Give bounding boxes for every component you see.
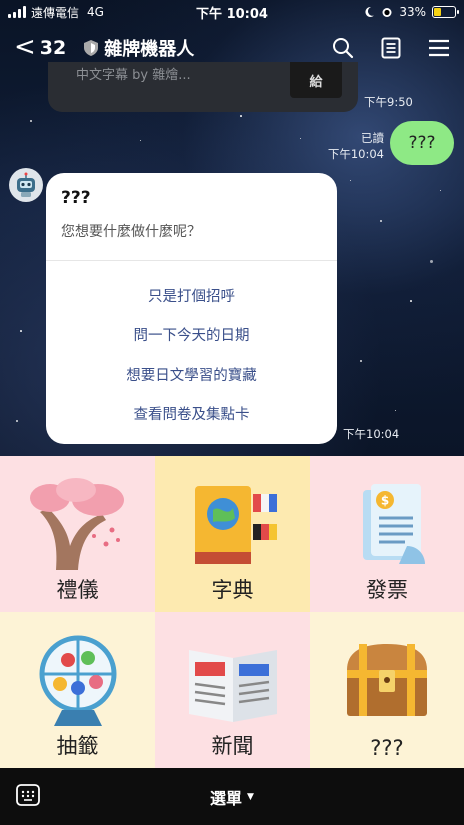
menu-label-dictionary: 字典	[211, 578, 254, 602]
chat-title: 雜牌機器人	[104, 39, 195, 60]
unread-count: 32	[39, 37, 67, 59]
previous-card-thumbnail: 給	[290, 62, 342, 98]
action-ask-date[interactable]: 問一下今天的日期	[46, 324, 337, 345]
menu-tile-news[interactable]: 新聞	[155, 612, 310, 768]
sent-message-time: 下午10:04	[327, 147, 384, 161]
chat-header: < 32 雜牌機器人	[0, 30, 464, 66]
previous-card-text: 中文字幕 by 雜燴...	[76, 68, 191, 83]
previous-message-time: 下午9:50	[364, 95, 413, 109]
menu-tile-lottery[interactable]: 抽籤	[0, 612, 155, 768]
carrier-name: 遠傳電信	[31, 5, 80, 20]
read-receipt: 已讀 下午10:04	[328, 130, 384, 162]
treasure-chest-icon	[347, 644, 427, 716]
menu-toggle-label: 選單	[210, 788, 243, 808]
status-time: 下午 10:04	[196, 6, 268, 22]
bot-avatar[interactable]	[9, 168, 43, 202]
notes-icon[interactable]	[380, 37, 402, 59]
back-button[interactable]: < 32	[14, 31, 67, 62]
svg-text:$: $	[381, 494, 389, 508]
battery-percent: 33%	[399, 5, 426, 19]
cherry-blossom-tree-icon	[29, 478, 124, 570]
robot-icon	[17, 172, 35, 197]
invoice-receipt-icon: $	[363, 484, 425, 564]
shield-icon	[84, 40, 99, 56]
thumbnail-text: 給	[309, 74, 323, 90]
signal-icon	[8, 6, 26, 18]
menu-tile-mystery[interactable]: ???	[310, 612, 464, 768]
previous-message-card[interactable]: 中文字幕 by 雜燴... 給	[48, 62, 358, 112]
divider	[46, 260, 337, 261]
menu-label-news: 新聞	[211, 734, 254, 758]
card-subtitle: 您想要什麼做什麼呢？	[61, 224, 201, 240]
sent-message-bubble[interactable]: ???	[390, 121, 454, 165]
lottery-wheel-icon	[39, 635, 116, 726]
sent-message-text: ???	[408, 133, 436, 153]
newspaper-icon	[188, 650, 277, 722]
moon-icon	[365, 6, 375, 17]
action-say-hello[interactable]: 只是打個招呼	[46, 285, 337, 306]
alarm-icon	[382, 8, 392, 17]
bottom-bar: 選單 ▼	[0, 768, 464, 825]
dictionary-book-icon	[194, 486, 277, 564]
card-title: ???	[61, 188, 91, 208]
menu-label-mystery: ???	[370, 736, 404, 760]
read-label: 已讀	[361, 131, 384, 145]
menu-icon[interactable]	[428, 37, 450, 59]
menu-toggle-button[interactable]: 選單 ▼	[210, 785, 254, 809]
search-icon[interactable]	[332, 37, 354, 59]
network-type: 4G	[87, 5, 104, 19]
chevron-left-icon: <	[14, 31, 36, 62]
menu-label-lottery: 抽籤	[56, 734, 99, 758]
caret-down-icon: ▼	[247, 791, 254, 802]
menu-tile-invoice[interactable]: $ 發票	[310, 456, 464, 612]
action-japanese-treasure[interactable]: 想要日文學習的寶藏	[46, 364, 337, 385]
menu-tile-dictionary[interactable]: 字典	[155, 456, 310, 612]
bot-message-card: ??? 您想要什麼做什麼呢？ 只是打個招呼 問一下今天的日期 想要日文學習的寶藏…	[46, 173, 337, 444]
status-bar: 遠傳電信 4G 下午 10:04 33%	[0, 0, 464, 24]
menu-tile-etiquette[interactable]: 禮儀	[0, 456, 155, 612]
battery-icon	[432, 6, 459, 18]
menu-label-invoice: 發票	[366, 578, 408, 602]
keyboard-icon[interactable]	[16, 784, 40, 806]
menu-label-etiquette: 禮儀	[56, 578, 99, 602]
rich-menu: 禮儀 字典 $ 發票 抽籤 新聞 ???	[0, 456, 464, 768]
action-survey-points[interactable]: 查看問卷及集點卡	[46, 403, 337, 424]
bot-message-time: 下午10:04	[343, 427, 400, 441]
